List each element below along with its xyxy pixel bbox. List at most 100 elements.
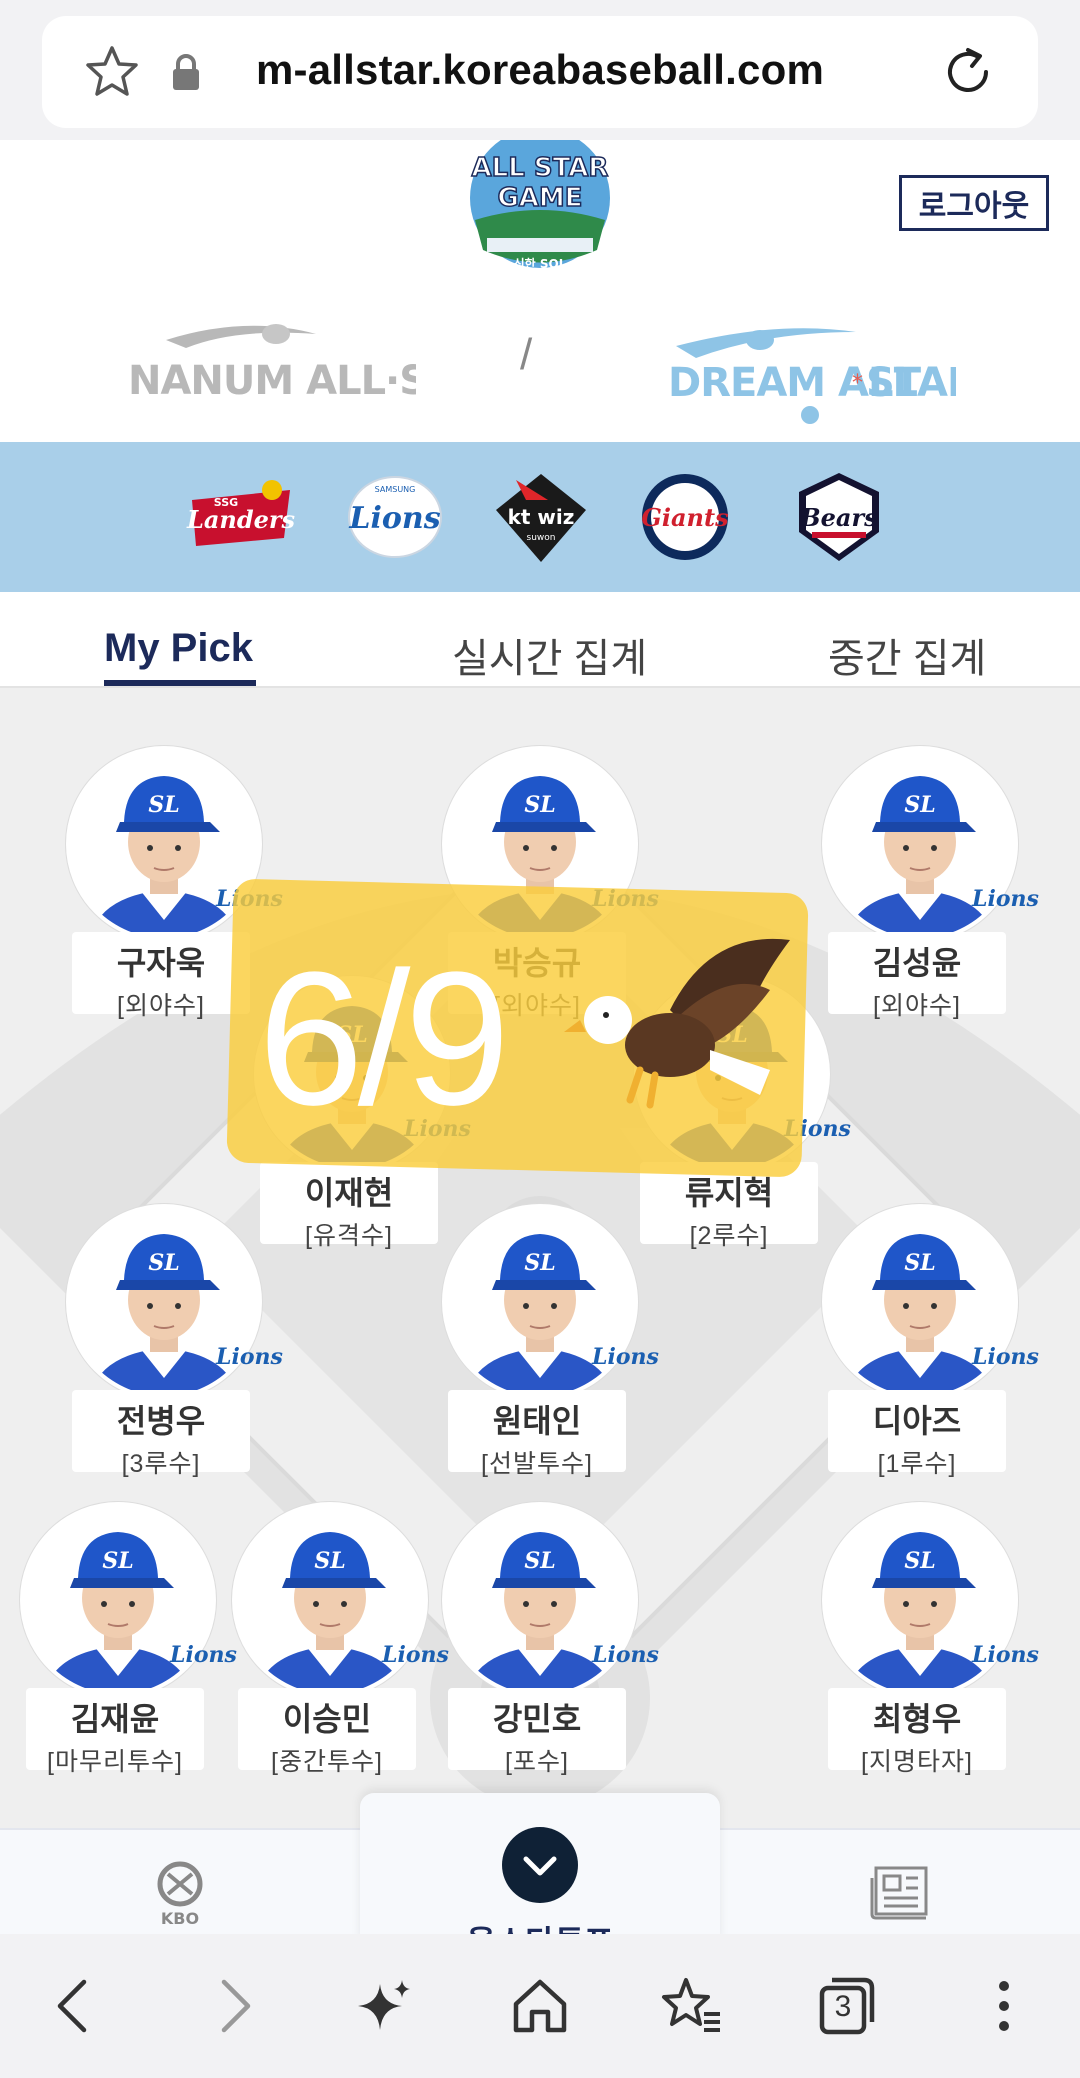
player-photo[interactable]: SL: [20, 1502, 216, 1698]
tab-realtime-count[interactable]: 실시간 집계: [452, 626, 647, 684]
player-photo[interactable]: SL: [822, 1204, 1018, 1400]
lions-badge: Lions: [972, 886, 1039, 912]
player-nameplate: 최형우 [지명타자]: [828, 1688, 1006, 1776]
player-position: [마무리투수]: [47, 1748, 183, 1776]
player-photo[interactable]: SL: [442, 1204, 638, 1400]
player-name: 이승민: [282, 1701, 372, 1737]
player-position: [포수]: [505, 1748, 569, 1776]
player-name: 김재윤: [70, 1701, 160, 1737]
svg-text:SL: SL: [524, 792, 555, 818]
player-name: 구자욱: [116, 945, 206, 981]
player-position: [중간투수]: [271, 1748, 383, 1776]
tab-count: 3: [834, 1990, 852, 2023]
player-nameplate: 디아즈 [1루수]: [828, 1390, 1006, 1478]
player-photo[interactable]: SL: [822, 1502, 1018, 1698]
svg-text:SL: SL: [904, 792, 935, 818]
team-logo-lotte-giants[interactable]: Giants: [630, 470, 740, 564]
home-icon[interactable]: [508, 1974, 572, 2038]
dream-all-star-logo[interactable]: DREAM ALL STAR *: [666, 318, 956, 428]
all-star-vote-tab[interactable]: 올스타투표: [360, 1793, 720, 1960]
active-tab-indicator: [104, 680, 256, 686]
svg-text:SL: SL: [904, 1548, 935, 1574]
player-position: [지명타자]: [861, 1748, 973, 1776]
player-name: 이재현: [304, 1175, 394, 1211]
kbo-home-icon[interactable]: KBO: [150, 1860, 210, 1930]
sparkle-icon[interactable]: [352, 1974, 416, 2038]
svg-text:SL: SL: [904, 1250, 935, 1276]
team-logo-doosan-bears[interactable]: Bears: [784, 470, 894, 564]
player-nameplate: 이승민 [중간투수]: [238, 1688, 416, 1776]
address-bar[interactable]: m-allstar.koreabaseball.com: [42, 16, 1038, 128]
lions-badge: Lions: [382, 1642, 449, 1668]
svg-text:신한 SOL: 신한 SOL: [514, 256, 567, 270]
browser-top-bar: m-allstar.koreabaseball.com: [0, 0, 1080, 140]
player-photo[interactable]: SL: [442, 1502, 638, 1698]
forward-icon[interactable]: [202, 1974, 266, 2038]
browser-bottom-bar: 3: [0, 1934, 1080, 2078]
player-nameplate: 구자욱 [외야수]: [72, 932, 250, 1020]
svg-text:GAME: GAME: [497, 183, 582, 213]
svg-text:*: *: [852, 371, 863, 396]
player-position: [1루수]: [877, 1450, 957, 1478]
player-name: 최형우: [872, 1701, 962, 1737]
back-icon[interactable]: [42, 1974, 106, 2038]
player-photo[interactable]: SL: [66, 1204, 262, 1400]
bookmarks-icon[interactable]: [660, 1974, 724, 2038]
svg-text:SL: SL: [148, 792, 179, 818]
svg-text:SL: SL: [524, 1250, 555, 1276]
player-nameplate: 김성윤 [외야수]: [828, 932, 1006, 1020]
reload-icon[interactable]: [938, 42, 998, 102]
site-header: ALL STAR GAME 신한 SOL 로그아웃 NANUM ALL·STAR…: [0, 140, 1080, 442]
vote-toggle-button[interactable]: [502, 1827, 578, 1903]
svg-text:SL: SL: [102, 1548, 133, 1574]
svg-text:SL: SL: [314, 1548, 345, 1574]
logout-button[interactable]: 로그아웃: [899, 175, 1049, 231]
player-position: [외야수]: [873, 992, 961, 1020]
team-logo-ssg-landers[interactable]: Landers SSG: [186, 470, 296, 564]
player-nameplate: 원태인 [선발투수]: [448, 1390, 626, 1478]
svg-text:NANUM ALL·STAR: NANUM ALL·STAR: [128, 358, 416, 400]
lions-badge: Lions: [170, 1642, 237, 1668]
tab-interim-count[interactable]: 중간 집계: [828, 626, 986, 684]
svg-text:Giants: Giants: [641, 503, 729, 532]
team-logo-kt-wiz[interactable]: kt wiz suwon: [486, 470, 596, 564]
player-photo[interactable]: SL: [822, 746, 1018, 942]
player-position: [외야수]: [117, 992, 205, 1020]
player-position: [유격수]: [305, 1222, 393, 1250]
more-icon[interactable]: [972, 1974, 1036, 2038]
lions-badge: Lions: [592, 1642, 659, 1668]
player-photo[interactable]: SL: [232, 1502, 428, 1698]
svg-text:SL: SL: [148, 1250, 179, 1276]
player-nameplate: 김재윤 [마무리투수]: [26, 1688, 204, 1776]
player-position: [선발투수]: [481, 1450, 593, 1478]
svg-text:ALL STAR: ALL STAR: [472, 153, 609, 183]
svg-text:SSG: SSG: [214, 496, 238, 509]
team-logo-samsung-lions[interactable]: Lions SAMSUNG: [340, 470, 450, 564]
lions-badge: Lions: [216, 1344, 283, 1370]
player-name: 김성윤: [872, 945, 962, 981]
player-name: 강민호: [492, 1701, 582, 1737]
svg-text:Lions: Lions: [348, 501, 440, 536]
lions-badge: Lions: [592, 1344, 659, 1370]
svg-text:SAMSUNG: SAMSUNG: [375, 485, 416, 494]
url-text[interactable]: m-allstar.koreabaseball.com: [42, 46, 1038, 94]
nanum-all-star-logo[interactable]: NANUM ALL·STAR: [126, 320, 416, 400]
player-position: [3루수]: [121, 1450, 201, 1478]
tab-my-pick[interactable]: My Pick: [104, 626, 253, 671]
team-selector-bar: Landers SSG Lions SAMSUNG kt wiz suwon G…: [0, 442, 1080, 592]
svg-text:STAR: STAR: [866, 360, 956, 406]
tabs-icon[interactable]: 3: [814, 1974, 878, 2038]
tab-bar: My Pick 실시간 집계 중간 집계: [0, 592, 1080, 688]
player-position: [2루수]: [689, 1222, 769, 1250]
lions-badge: Lions: [972, 1344, 1039, 1370]
svg-text:kt wiz: kt wiz: [508, 505, 575, 529]
pick-count-text: 6/9: [258, 933, 510, 1145]
player-nameplate: 강민호 [포수]: [448, 1688, 626, 1776]
svg-text:SL: SL: [524, 1548, 555, 1574]
all-star-game-logo[interactable]: ALL STAR GAME 신한 SOL: [467, 140, 613, 270]
chevron-down-icon: [523, 1856, 557, 1876]
svg-text:Bears: Bears: [799, 503, 878, 532]
player-nameplate: 전병우 [3루수]: [72, 1390, 250, 1478]
news-icon[interactable]: [868, 1864, 932, 1922]
lions-badge: Lions: [972, 1642, 1039, 1668]
